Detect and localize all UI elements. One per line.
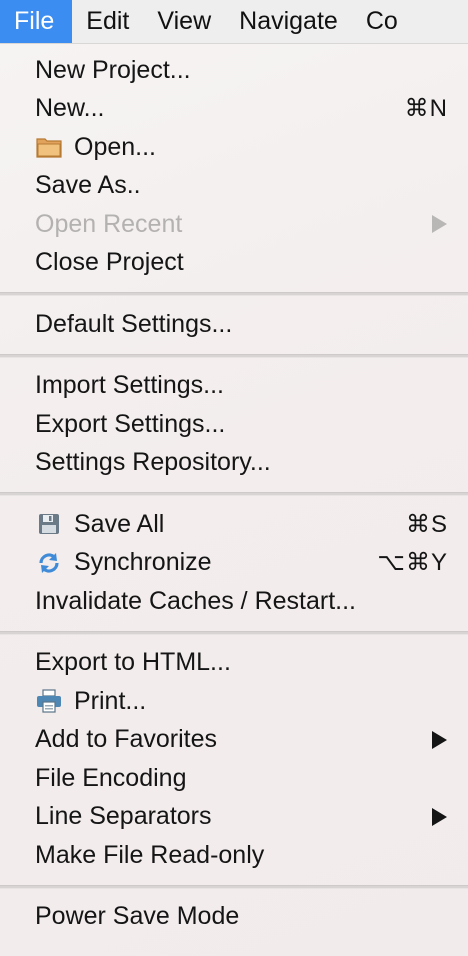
menu-item-label: Save All <box>74 509 165 538</box>
file-menu-dropdown: New Project... New... ⌘N Open... Save As.. Op… <box>0 44 468 956</box>
menu-separator <box>0 884 468 889</box>
menu-item-label: Open Recent <box>35 209 183 238</box>
menu-item-label: Export Settings... <box>35 409 226 438</box>
menu-item-label: Close Project <box>35 248 184 277</box>
menu-item-save-as[interactable]: Save As.. <box>0 167 468 206</box>
menu-item-settings-repository[interactable]: Settings Repository... <box>0 444 468 483</box>
menu-item-label: Default Settings... <box>35 309 233 338</box>
folder-icon <box>35 133 63 161</box>
menu-item-label: Invalidate Caches / Restart... <box>35 586 356 615</box>
menu-group: Import Settings... Export Settings... Sett… <box>0 367 468 483</box>
menu-item-default-settings[interactable]: Default Settings... <box>0 305 468 344</box>
shortcut-label: ⌘N <box>404 95 448 123</box>
menu-item-synchronize[interactable]: Synchronize ⌥⌘Y <box>0 544 468 583</box>
menu-item-label: Open... <box>74 132 156 161</box>
menu-item-import-settings[interactable]: Import Settings... <box>0 367 468 406</box>
menu-item-label: Save As.. <box>35 171 141 200</box>
menu-separator <box>0 492 468 496</box>
menu-separator <box>0 353 468 358</box>
menu-item-new-project[interactable]: New Project... <box>0 51 468 90</box>
menu-group: Power Save Mode <box>0 898 468 937</box>
menu-item-open-recent: Open Recent <box>0 205 468 244</box>
menu-item-close-project[interactable]: Close Project <box>0 244 468 283</box>
menu-separator <box>0 630 468 635</box>
menu-item-export-to-html[interactable]: Export to HTML... <box>0 644 468 683</box>
menu-item-label: File Encoding <box>35 763 187 792</box>
menu-item-label: Settings Repository... <box>35 448 271 477</box>
menubar-edit[interactable]: Edit <box>72 0 143 43</box>
menubar-view[interactable]: View <box>143 0 225 43</box>
menu-group: Default Settings... <box>0 305 468 344</box>
menu-item-label: Line Separators <box>35 802 212 831</box>
menu-item-label: Export to HTML... <box>35 648 231 677</box>
menu-item-label: Import Settings... <box>35 371 224 400</box>
menu-group: Export to HTML... Print... Add to Favorite… <box>0 644 468 875</box>
submenu-arrow-icon <box>432 215 447 234</box>
menubar-file[interactable]: File <box>0 0 73 43</box>
shortcut-label: ⌥⌘Y <box>377 549 448 577</box>
menu-item-open[interactable]: Open... <box>0 128 468 167</box>
menu-item-save-all[interactable]: Save All ⌘S <box>0 505 468 544</box>
menu-item-print[interactable]: Print... <box>0 682 468 721</box>
menu-item-line-separators[interactable]: Line Separators <box>0 798 468 837</box>
menu-item-new[interactable]: New... ⌘N <box>0 90 468 129</box>
menu-item-label: Synchronize <box>74 548 212 577</box>
menu-item-label: New... <box>35 94 105 123</box>
menubar-code[interactable]: Co <box>352 0 412 43</box>
menu-item-make-file-read-only[interactable]: Make File Read-only <box>0 836 468 875</box>
menu-item-invalidate-caches-restart[interactable]: Invalidate Caches / Restart... <box>0 582 468 621</box>
menu-group: Save All ⌘S Synchronize ⌥⌘Y Invalidate Cache… <box>0 505 468 621</box>
menubar-navigate[interactable]: Navigate <box>225 0 352 43</box>
floppy-disk-icon <box>35 510 63 538</box>
menu-item-label: Make File Read-only <box>35 840 265 869</box>
menu-item-export-settings[interactable]: Export Settings... <box>0 405 468 444</box>
submenu-arrow-icon <box>432 730 447 749</box>
menu-bar: File Edit View Navigate Co <box>0 0 468 44</box>
menu-item-label: Power Save Mode <box>35 902 240 931</box>
menu-separator <box>0 292 468 296</box>
submenu-arrow-icon <box>432 807 447 826</box>
menu-item-file-encoding[interactable]: File Encoding <box>0 759 468 798</box>
menu-item-label: Print... <box>74 686 147 715</box>
menu-group: New Project... New... ⌘N Open... Save As.. Op… <box>0 44 468 282</box>
menu-item-add-to-favorites[interactable]: Add to Favorites <box>0 721 468 760</box>
sync-icon <box>35 549 63 577</box>
shortcut-label: ⌘S <box>405 510 448 538</box>
menu-item-power-save-mode[interactable]: Power Save Mode <box>0 898 468 937</box>
printer-icon <box>35 687 63 715</box>
menu-item-label: Add to Favorites <box>35 725 218 754</box>
menu-item-label: New Project... <box>35 55 191 84</box>
